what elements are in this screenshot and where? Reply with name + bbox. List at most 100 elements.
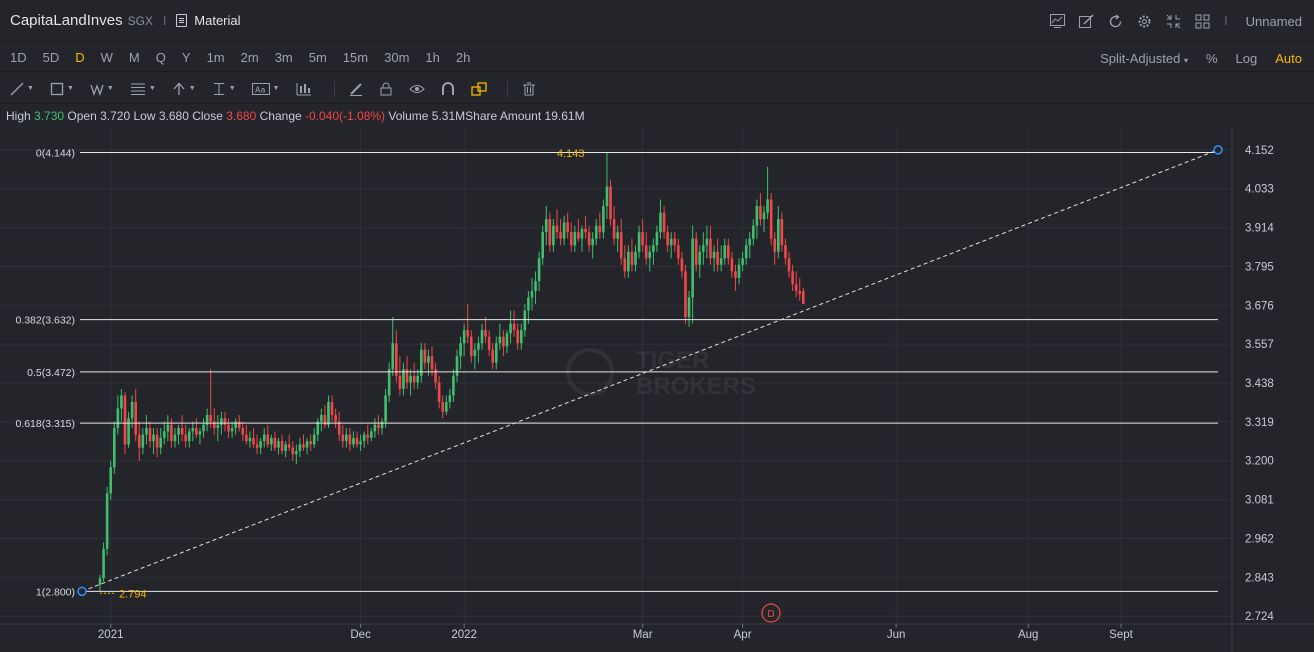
- candle-body: [680, 258, 684, 272]
- period-1h[interactable]: 1h: [417, 50, 447, 65]
- candle-body: [312, 434, 316, 445]
- candlestick-chart[interactable]: TIGER BROKERS 0(4.144) 0.382(3.632) 0.5(3.…: [0, 128, 1314, 652]
- candle-body: [494, 343, 498, 363]
- candle-body: [716, 251, 719, 265]
- candle-body: [266, 434, 270, 445]
- trend-handle-start[interactable]: [77, 586, 87, 597]
- x-tick-label: Mar: [633, 629, 653, 641]
- candle-body: [305, 441, 309, 448]
- trash-icon[interactable]: [522, 82, 536, 96]
- chart-type-icon[interactable]: [296, 82, 312, 96]
- candle-body: [416, 375, 420, 383]
- period-w[interactable]: W: [93, 50, 121, 65]
- refresh-icon[interactable]: [1108, 13, 1123, 29]
- candle-body: [737, 264, 741, 278]
- candle-body: [102, 548, 105, 579]
- candle-body: [773, 238, 777, 252]
- candle-body: [555, 225, 559, 233]
- toolbar-divider: [506, 80, 508, 97]
- candle-body: [712, 251, 716, 259]
- candle-body: [484, 330, 487, 337]
- candle-body: [798, 290, 802, 295]
- eye-icon[interactable]: [408, 82, 425, 96]
- line-tool-icon[interactable]: ▼: [10, 82, 34, 96]
- amount-label: Share Amount: [465, 109, 542, 123]
- candle-body: [212, 421, 216, 429]
- period-1d[interactable]: 1D: [2, 50, 35, 65]
- auto-toggle[interactable]: Auto: [1275, 51, 1302, 66]
- candle-body: [366, 434, 370, 438]
- candle-body: [220, 418, 223, 425]
- measure-tool-icon[interactable]: ▼: [212, 82, 236, 96]
- period-q[interactable]: Q: [148, 50, 174, 65]
- symbol-name[interactable]: CapitaLandInves: [10, 12, 123, 29]
- x-tick-label: 2021: [98, 629, 124, 641]
- candle-body: [509, 323, 512, 334]
- candle-body: [516, 330, 519, 344]
- period-1m[interactable]: 1m: [199, 50, 233, 65]
- period-5m[interactable]: 5m: [301, 50, 335, 65]
- candle-body: [677, 245, 680, 259]
- period-15m[interactable]: 15m: [335, 50, 376, 65]
- trend-line[interactable]: [77, 145, 1223, 597]
- volume-label: Volume: [388, 109, 429, 123]
- log-toggle[interactable]: Log: [1236, 51, 1258, 66]
- fullscreen-icon[interactable]: [1166, 14, 1181, 29]
- settings-icon[interactable]: [1137, 14, 1152, 29]
- candle-body: [491, 349, 494, 363]
- period-5d[interactable]: 5D: [35, 50, 68, 65]
- candle-body: [702, 245, 705, 252]
- draw-icon[interactable]: [1079, 13, 1094, 29]
- fibonacci-levels[interactable]: 0(4.144) 0.382(3.632) 0.5(3.472) 0.618(3.31…: [15, 147, 1218, 598]
- x-tick-label: 2022: [451, 629, 477, 641]
- period-2h[interactable]: 2h: [448, 50, 478, 65]
- candle-body: [427, 356, 430, 363]
- percent-toggle[interactable]: %: [1206, 51, 1218, 66]
- candle-body: [298, 444, 302, 451]
- candle-body: [327, 401, 330, 425]
- wave-tool-icon[interactable]: ▼: [90, 82, 114, 96]
- candle-body: [198, 431, 202, 435]
- period-y[interactable]: Y: [174, 50, 199, 65]
- candle-body: [452, 375, 455, 396]
- candle-body: [580, 228, 584, 239]
- arrow-tool-icon[interactable]: ▼: [172, 82, 196, 96]
- candle-body: [202, 424, 205, 432]
- rectangle-tool-icon[interactable]: ▼: [50, 82, 74, 96]
- candle-body: [320, 415, 323, 422]
- candle-body: [273, 437, 277, 448]
- candle-body: [534, 281, 537, 291]
- trend-line-path[interactable]: [81, 149, 1219, 592]
- candle-body: [166, 424, 170, 432]
- candle-body: [259, 441, 262, 448]
- candle-body: [544, 219, 548, 233]
- link-icon[interactable]: [470, 81, 487, 96]
- trend-handle-end[interactable]: [1213, 145, 1223, 155]
- candle-body: [691, 238, 694, 298]
- x-axis: 2021 Dec 2022 Mar Apr Jun Aug Sept: [98, 624, 1134, 641]
- period-3m[interactable]: 3m: [267, 50, 301, 65]
- adjust-dropdown[interactable]: Split-Adjusted ▾: [1100, 51, 1188, 66]
- pencil-icon[interactable]: [349, 82, 363, 96]
- lock-icon[interactable]: [379, 82, 393, 96]
- fib-level-label: 0.618(3.315): [15, 418, 75, 430]
- fib-tool-icon[interactable]: ▼: [130, 82, 156, 96]
- period-30m[interactable]: 30m: [376, 50, 417, 65]
- svg-text:Aa: Aa: [255, 85, 265, 94]
- period-2m[interactable]: 2m: [233, 50, 267, 65]
- period-d[interactable]: D: [67, 50, 92, 65]
- sector-label[interactable]: Material: [194, 13, 240, 28]
- candle-body: [284, 444, 287, 451]
- candle-body: [769, 199, 773, 239]
- candle-body: [448, 395, 452, 402]
- candle-body: [195, 428, 198, 435]
- indicator-icon[interactable]: [1050, 14, 1066, 29]
- layout-name[interactable]: Unnamed: [1246, 14, 1302, 29]
- text-tool-icon[interactable]: Aa ▼: [251, 82, 280, 96]
- candle-body: [334, 415, 337, 422]
- top-bar: CapitaLandInves SGX I Material I Unnamed: [0, 0, 1314, 42]
- layout-icon[interactable]: [1195, 14, 1210, 29]
- period-m[interactable]: M: [121, 50, 148, 65]
- magnet-icon[interactable]: [441, 81, 455, 96]
- candle-body: [537, 258, 541, 282]
